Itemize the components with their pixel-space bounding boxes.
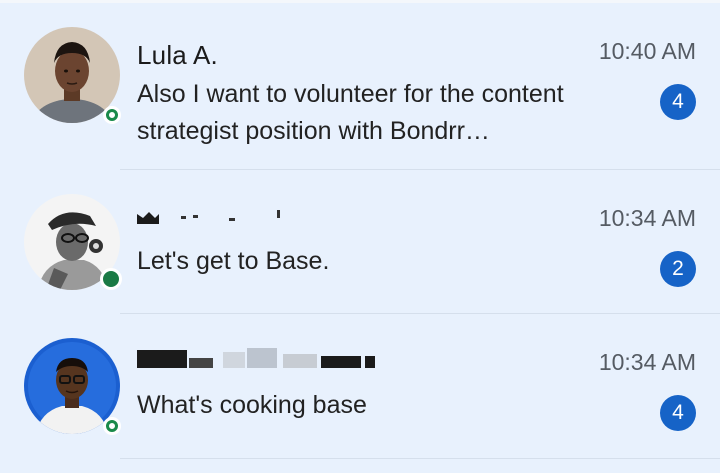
avatar-wrap bbox=[24, 194, 122, 292]
online-status-icon bbox=[100, 268, 122, 290]
message-preview: What's cooking base bbox=[137, 391, 367, 419]
online-status-icon bbox=[103, 106, 121, 124]
message-preview: Let's get to Base. bbox=[137, 247, 330, 275]
message-time: 10:34 AM bbox=[598, 205, 696, 231]
divider bbox=[120, 457, 720, 459]
chat-item-lula[interactable]: Lula A. 10:40 AM Also I want to voluntee… bbox=[0, 3, 720, 170]
avatar-wrap bbox=[24, 338, 122, 436]
contact-name: Lula A. bbox=[137, 40, 218, 70]
contact-name bbox=[137, 344, 377, 368]
message-time: 10:34 AM bbox=[598, 349, 696, 375]
contact-name bbox=[137, 206, 287, 224]
online-status-icon bbox=[103, 417, 121, 435]
chat-item-2[interactable]: 10:34 AM Let's get to Base. 2 bbox=[0, 170, 720, 314]
message-preview: Also I want to volunteer for the content… bbox=[137, 80, 564, 145]
unread-count-badge: 2 bbox=[660, 251, 696, 287]
chat-item-3[interactable]: 10:34 AM What's cooking base 4 bbox=[0, 314, 720, 473]
avatar-wrap bbox=[24, 27, 122, 125]
chat-list: Lula A. 10:40 AM Also I want to voluntee… bbox=[0, 3, 720, 473]
unread-count-badge: 4 bbox=[660, 84, 696, 120]
message-time: 10:40 AM bbox=[598, 38, 696, 64]
unread-count-badge: 4 bbox=[660, 395, 696, 431]
